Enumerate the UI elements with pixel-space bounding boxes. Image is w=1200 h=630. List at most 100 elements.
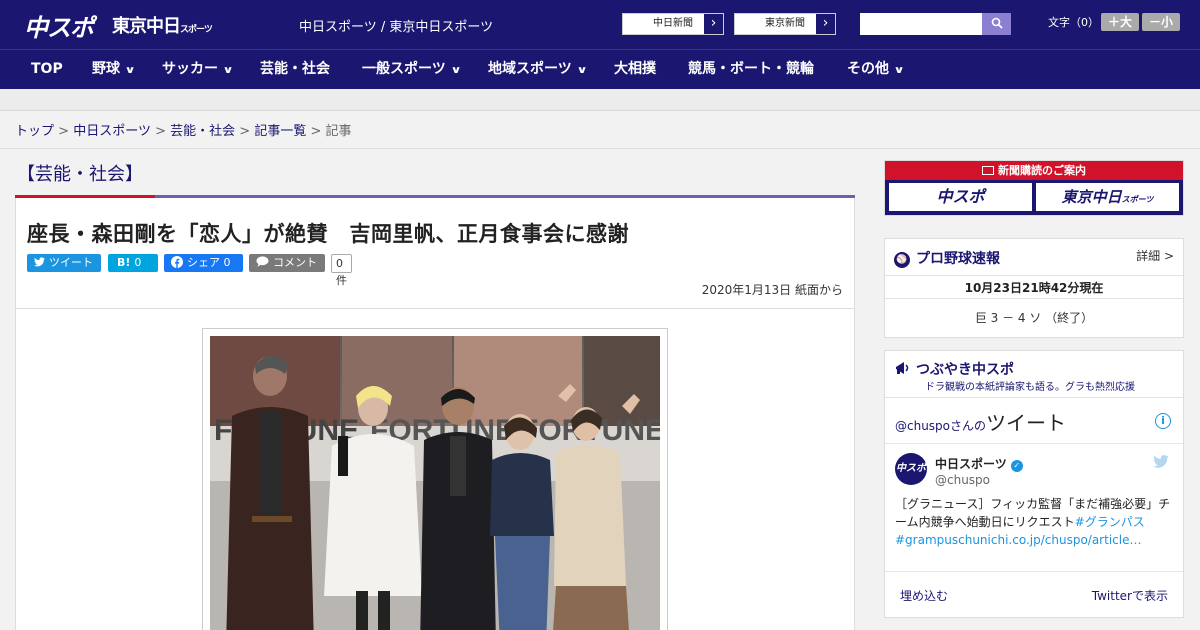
baseball-score[interactable]: 巨 3 － 4 ソ （終了）: [885, 309, 1183, 326]
baseball-detail-link[interactable]: 詳細 >: [1136, 247, 1174, 264]
nav-item-other[interactable]: その他 ∨: [847, 50, 905, 90]
font-size-decrease-button[interactable]: －小: [1142, 13, 1180, 31]
account-name-text: 中日スポーツ: [935, 457, 1007, 471]
breadcrumb-article-list[interactable]: 記事一覧: [254, 124, 306, 139]
chevron-down-icon: ∨: [893, 65, 905, 76]
breadcrumb-current: 記事: [325, 124, 352, 139]
chevron-right-icon: ›: [815, 14, 835, 34]
tokyo-shimbun-link[interactable]: 東京新聞 ›: [734, 13, 836, 35]
font-size-increase-button[interactable]: ＋大: [1101, 13, 1139, 31]
twitter-box: つぶやき中スポ ドラ観戦の本紙評論家も語る。グラも熱烈応援 @chuspoさんの…: [884, 350, 1184, 618]
newspaper-icon: [982, 166, 994, 175]
chuspo-promo-logo: 中スポ: [889, 183, 1032, 211]
nav-item-general-sports[interactable]: 一般スポーツ ∨: [362, 50, 462, 90]
main-nav: TOP 野球 ∨ サッカー ∨ 芸能・社会 一般スポーツ ∨ 地域スポーツ ∨ 大相撲 …: [0, 49, 1200, 89]
tweet-label: ツイート: [49, 256, 93, 269]
twitter-account-name[interactable]: 中日スポーツ ✓: [935, 455, 1023, 472]
nav-item-racing[interactable]: 競馬・ボート・競輪: [688, 50, 814, 90]
search-input[interactable]: [860, 13, 983, 35]
tokyo-promo-logo: 東京中日スポーツ: [1036, 183, 1179, 211]
chevron-down-icon: ∨: [222, 65, 234, 76]
twitter-user-handle: @chuspoさんの: [895, 419, 987, 433]
breadcrumb-separator: >: [310, 124, 322, 139]
nav-item-local-sports[interactable]: 地域スポーツ ∨: [488, 50, 587, 90]
chevron-down-icon: ∨: [450, 65, 462, 76]
breadcrumb: トップ > 中日スポーツ > 芸能・社会 > 記事一覧 > 記事: [15, 120, 352, 139]
comment-label: コメント: [273, 256, 317, 269]
article: 座長・森田剛を「恋人」が絶賛 吉岡里帆、正月食事会に感謝 ツイート B! 0 シェ…: [15, 198, 855, 630]
breadcrumb-separator: >: [58, 124, 70, 139]
article-photo[interactable]: FORTUNE FORTUNE FORTUNE: [202, 328, 668, 630]
twitter-box-title-text: つぶやき中スポ: [916, 362, 1014, 378]
nav-label: 一般スポーツ: [362, 61, 446, 77]
twitter-bird-icon[interactable]: [1153, 455, 1169, 468]
breadcrumb-top[interactable]: トップ: [15, 124, 54, 139]
speech-bubble-icon: [256, 256, 269, 267]
tokyo-promo-small: スポーツ: [1121, 195, 1154, 204]
breadcrumb-entertainment[interactable]: 芸能・社会: [170, 124, 235, 139]
tweet-text: ［グラニュース］フィッカ監督「まだ補強必要」チーム内競争へ始動日にリクエスト#グ…: [895, 495, 1177, 549]
tokyo-chunichi-logo[interactable]: 東京中日スポーツ: [112, 12, 213, 38]
tweet-button[interactable]: ツイート: [27, 254, 101, 272]
divider: [885, 298, 1183, 299]
chuspo-logo[interactable]: 中スポ: [24, 8, 94, 43]
tokyo-shimbun-label: 東京新聞: [765, 18, 805, 29]
hatena-bookmark-button[interactable]: B! 0: [108, 254, 158, 272]
nav-item-soccer[interactable]: サッカー ∨: [162, 50, 234, 90]
search-button[interactable]: [982, 13, 1011, 35]
facebook-share-button[interactable]: シェア 0: [164, 254, 243, 272]
nav-label: 競馬・ボート・競輪: [688, 61, 814, 77]
twitter-box-title: つぶやき中スポ: [894, 359, 1014, 379]
megaphone-icon: [896, 362, 909, 374]
subscription-text: 新聞購読のご案内: [998, 164, 1086, 177]
nav-label: 大相撲: [614, 61, 656, 77]
divider: [885, 571, 1183, 572]
tokyo-logo-text: 東京中日: [112, 16, 181, 37]
view-on-twitter-link[interactable]: Twitterで表示: [1092, 587, 1168, 604]
twitter-bird-icon: [34, 257, 45, 267]
nav-item-entertainment[interactable]: 芸能・社会: [260, 50, 330, 90]
facebook-count: 0: [223, 256, 231, 269]
article-date: 2020年1月13日 紙面から: [701, 283, 843, 297]
nav-item-top[interactable]: TOP: [31, 50, 63, 90]
comment-count: 0件: [331, 254, 352, 287]
baseball-title: ⚾ プロ野球速報: [894, 248, 1000, 268]
twitter-box-subtitle: ドラ観戦の本紙評論家も語る。グラも熱烈応援: [925, 382, 1135, 393]
nav-label: 地域スポーツ: [488, 61, 572, 77]
site-names: 中日スポーツ / 東京中日スポーツ: [299, 20, 494, 35]
nav-item-sumo[interactable]: 大相撲: [614, 50, 656, 90]
chevron-right-icon: ›: [703, 14, 723, 34]
twitter-user-heading[interactable]: @chuspoさんのツイート: [895, 407, 1066, 436]
embed-link[interactable]: 埋め込む: [900, 587, 948, 604]
info-icon[interactable]: i: [1155, 413, 1171, 429]
baseball-title-text: プロ野球速報: [916, 251, 1000, 267]
tokyo-promo-text: 東京中日: [1061, 188, 1122, 206]
subscription-logos: 中スポ 東京中日スポーツ: [885, 180, 1183, 215]
breadcrumb-separator: >: [239, 124, 251, 139]
nav-label: サッカー: [162, 61, 218, 77]
breadcrumb-separator: >: [155, 124, 166, 139]
hatena-count: 0: [134, 256, 142, 269]
baseball-scores-box: ⚾ プロ野球速報 詳細 > 10月23日21時42分現在 巨 3 － 4 ソ （終…: [884, 238, 1184, 338]
facebook-share-label: シェア: [187, 256, 220, 269]
nav-item-baseball[interactable]: 野球 ∨: [92, 50, 136, 90]
avatar[interactable]: 中スポ: [895, 453, 927, 485]
twitter-account-handle[interactable]: @chuspo: [935, 473, 990, 487]
font-size-label: 文字（0）: [1048, 16, 1099, 29]
nav-label: TOP: [31, 61, 63, 77]
subscription-banner-title: 新聞購読のご案内: [885, 161, 1183, 180]
ad-strip: [0, 89, 1200, 111]
tweet-link[interactable]: #grampuschunichi.co.jp/chuspo/article…: [895, 533, 1141, 547]
chevron-down-icon: ∨: [124, 65, 136, 76]
chunichi-shimbun-label: 中日新聞: [653, 18, 693, 29]
baseball-timestamp: 10月23日21時42分現在: [964, 281, 1104, 295]
divider: [16, 308, 854, 309]
tweet-hashtag[interactable]: #グランパス: [1075, 515, 1145, 529]
twitter-tweet-label: ツイート: [986, 411, 1067, 435]
nav-label: 野球: [92, 61, 120, 77]
breadcrumb-chunichi-sports[interactable]: 中日スポーツ: [73, 124, 151, 139]
comment-button[interactable]: コメント: [249, 254, 325, 272]
divider: [0, 148, 1200, 149]
chunichi-shimbun-link[interactable]: 中日新聞 ›: [622, 13, 724, 35]
subscription-banner[interactable]: 新聞購読のご案内 中スポ 東京中日スポーツ: [884, 160, 1184, 216]
